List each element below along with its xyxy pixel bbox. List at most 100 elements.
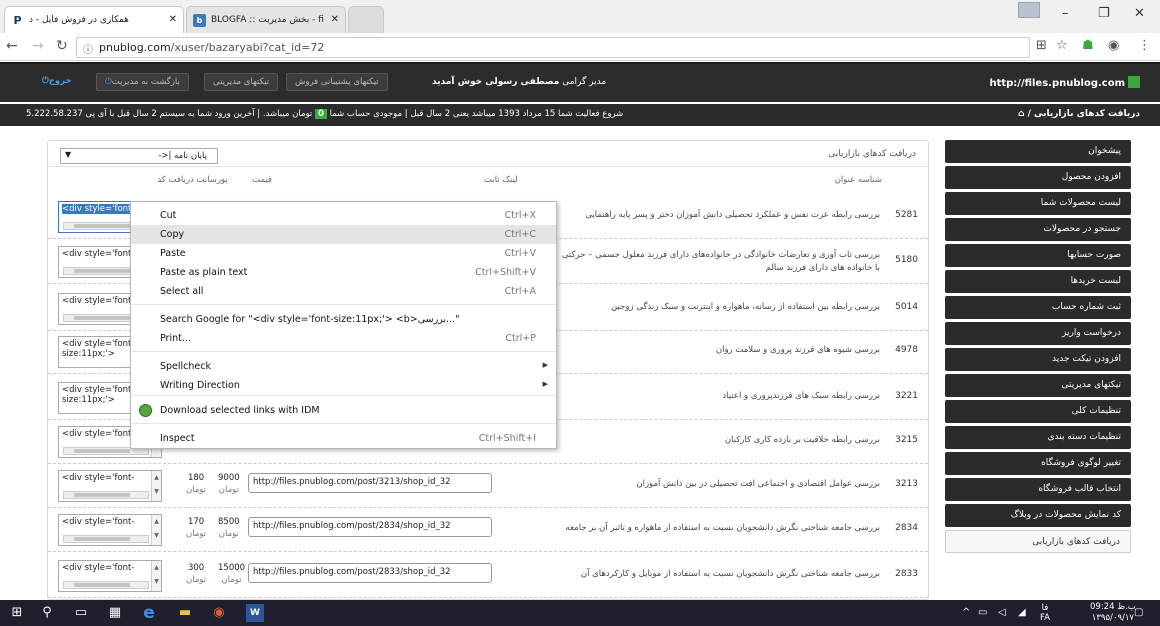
menu-item-label: Print...: [160, 333, 191, 344]
sidebar-item[interactable]: پیشخوان: [945, 140, 1131, 163]
sidebar-item[interactable]: کد نمایش محصولات در وبلاگ: [945, 504, 1131, 527]
tab-pnublog[interactable]: P همکاری در فروش فایل - د ✕: [4, 6, 184, 33]
sidebar-item[interactable]: افزودن تیکت جدید: [945, 348, 1131, 371]
logout-button[interactable]: ⏻خروج: [34, 73, 80, 91]
show-hidden-icons-icon[interactable]: ^: [962, 607, 970, 618]
sidebar-item[interactable]: لیست خریدها: [945, 270, 1131, 293]
menu-separator: [131, 395, 556, 396]
menu-item-shortcut: Ctrl+Shift+V: [475, 267, 536, 278]
scrollbar-thumb[interactable]: [74, 224, 130, 228]
extension2-icon[interactable]: ◉: [1108, 38, 1119, 53]
battery-icon[interactable]: ▭: [978, 607, 987, 618]
sidebar-item[interactable]: جستجو در محصولات: [945, 218, 1131, 241]
sidebar-item[interactable]: تغییر لوگوی فروشگاه: [945, 452, 1131, 475]
context-menu-item[interactable]: Copy Ctrl+C: [131, 225, 556, 244]
sidebar-item[interactable]: تنظیمات کلی: [945, 400, 1131, 423]
notifications-icon[interactable]: ▢: [1134, 607, 1143, 618]
context-menu-item[interactable]: Paste Ctrl+V: [131, 244, 556, 263]
scrollbar-thumb[interactable]: [74, 583, 130, 587]
back-to-admin-button[interactable]: ⏻بازگشت به مدیریت: [96, 73, 189, 91]
sidebar-item[interactable]: ثبت شماره حساب: [945, 296, 1131, 319]
code-textarea[interactable]: <div style='font- ▲ ▼: [58, 560, 162, 592]
context-menu-item[interactable]: Writing Direction ▶: [131, 376, 556, 395]
spinner-icon[interactable]: ▲▼: [151, 561, 161, 591]
url-input[interactable]: ⓘ pnublog.com/xuser/bazaryabi?cat_id=72: [76, 37, 1030, 58]
language-indicator[interactable]: فا FA: [1040, 603, 1050, 623]
profile-icon[interactable]: [1018, 2, 1040, 18]
sidebar-item[interactable]: دریافت کدهای بازاریابی: [945, 530, 1131, 553]
context-menu-item[interactable]: Inspect Ctrl+Shift+I: [131, 429, 556, 448]
bookmark-star-icon[interactable]: ☆: [1056, 38, 1068, 53]
scrollbar-thumb[interactable]: [74, 449, 130, 453]
context-menu-item[interactable]: Spellcheck ▶: [131, 357, 556, 376]
horizontal-scrollbar[interactable]: [63, 535, 149, 543]
context-menu-item[interactable]: Select all Ctrl+A: [131, 282, 556, 301]
edge-icon[interactable]: e: [140, 604, 158, 622]
extension-icon[interactable]: ☗: [1082, 38, 1094, 53]
chrome-icon[interactable]: ◉: [210, 604, 228, 622]
submenu-arrow-icon: ▶: [542, 361, 548, 369]
context-menu-item[interactable]: Print... Ctrl+P: [131, 329, 556, 348]
task-view-icon[interactable]: ▭: [72, 604, 90, 622]
back-icon[interactable]: ←: [6, 38, 18, 54]
site-link[interactable]: http://files.pnublog.com: [989, 76, 1140, 89]
menu-icon[interactable]: ⋮: [1138, 38, 1151, 53]
horizontal-scrollbar[interactable]: [63, 491, 149, 499]
home-icon[interactable]: ⌂: [1018, 109, 1024, 119]
calculator-icon[interactable]: ▦: [106, 604, 124, 622]
close-window-icon[interactable]: ✕: [1134, 6, 1145, 21]
sidebar-item[interactable]: افزودن محصول: [945, 166, 1131, 189]
horizontal-scrollbar[interactable]: [63, 581, 149, 589]
search-icon[interactable]: ⚲: [38, 604, 56, 622]
new-tab-button[interactable]: [348, 6, 384, 33]
scrollbar-thumb[interactable]: [74, 537, 130, 541]
sidebar-item[interactable]: درخواست واریز: [945, 322, 1131, 345]
context-menu-item[interactable]: Download selected links with IDM: [131, 401, 556, 420]
support-tickets-button[interactable]: تیکتهای پشتیبانی فروش: [286, 73, 388, 91]
row-id: 5180: [895, 255, 918, 265]
minimize-icon[interactable]: –: [1062, 6, 1069, 21]
permalink-input[interactable]: http://files.pnublog.com/post/2833/shop_…: [248, 563, 492, 583]
sidebar-item[interactable]: صورت حسابها: [945, 244, 1131, 267]
spinner-icon[interactable]: ▲▼: [151, 515, 161, 545]
sidebar-item[interactable]: لیست محصولات شما: [945, 192, 1131, 215]
file-explorer-icon[interactable]: ▬: [176, 604, 194, 622]
translate-icon[interactable]: ⊞: [1036, 38, 1047, 53]
spinner-icon[interactable]: ▲▼: [151, 471, 161, 501]
word-icon[interactable]: W: [246, 604, 264, 622]
code-textarea[interactable]: <div style='font- ▲ ▼: [58, 514, 162, 546]
network-icon[interactable]: ◢: [1018, 607, 1026, 618]
reload-icon[interactable]: ↻: [56, 38, 68, 54]
row-id: 5014: [895, 302, 918, 312]
scrollbar-thumb[interactable]: [74, 316, 130, 320]
scrollbar-thumb[interactable]: [74, 269, 130, 273]
sidebar-item[interactable]: تیکتهای مدیریتی: [945, 374, 1131, 397]
site-info-icon[interactable]: ⓘ: [83, 41, 93, 56]
tab-blogfa[interactable]: b BLOGFA :: بخش مدیریت - fi ✕: [186, 6, 346, 33]
col-price-group: قیمت پورسانت دریافت کد: [58, 175, 272, 185]
menu-item-shortcut: Ctrl+A: [504, 286, 536, 297]
row-id: 5281: [895, 210, 918, 220]
tab-title: همکاری در فروش فایل - د: [29, 15, 129, 25]
windows-start-icon[interactable]: ⊞: [8, 604, 26, 622]
maximize-icon[interactable]: ❐: [1098, 6, 1110, 21]
menu-separator: [131, 351, 556, 352]
close-tab-icon[interactable]: ✕: [169, 14, 177, 25]
permalink-input[interactable]: http://files.pnublog.com/post/2834/shop_…: [248, 517, 492, 537]
admin-tickets-button[interactable]: تیکتهای مدیریتی: [204, 73, 279, 91]
scrollbar-thumb[interactable]: [74, 493, 130, 497]
permalink-input[interactable]: http://files.pnublog.com/post/3213/shop_…: [248, 473, 492, 493]
context-menu-item[interactable]: Search Google for "<div style='font-size…: [131, 310, 556, 329]
sidebar-item[interactable]: انتخاب قالب فروشگاه: [945, 478, 1131, 501]
code-textarea[interactable]: <div style='font- ▲ ▼: [58, 470, 162, 502]
context-menu-item[interactable]: Paste as plain text Ctrl+Shift+V: [131, 263, 556, 282]
sidebar-item[interactable]: تنظیمات دسته بندی: [945, 426, 1131, 449]
col-commission: پورسانت: [196, 175, 228, 185]
category-select[interactable]: ▼ ->| پایان نامه: [60, 148, 218, 164]
commission-unit: تومان: [186, 529, 207, 539]
volume-icon[interactable]: ◁: [998, 607, 1006, 618]
close-tab-icon[interactable]: ✕: [331, 14, 339, 25]
context-menu-item[interactable]: Cut Ctrl+X: [131, 206, 556, 225]
forward-icon[interactable]: →: [32, 38, 44, 54]
clock[interactable]: 09:24 ب.ظ ۱۳۹۵/۰۹/۱۷: [1090, 602, 1136, 624]
